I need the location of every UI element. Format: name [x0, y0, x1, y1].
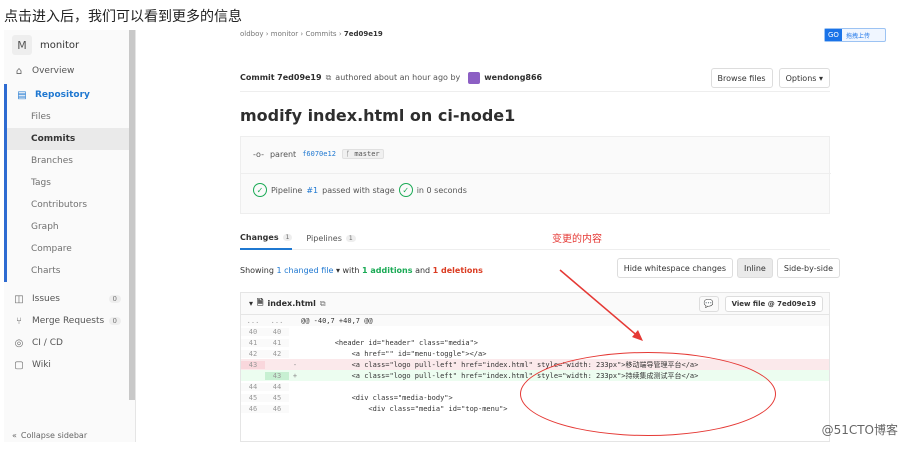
watermark: @51CTO博客	[821, 423, 898, 437]
annotation-arrow	[559, 269, 643, 341]
article-intro-text: 点击进入后，我们可以看到更多的信息	[4, 9, 242, 25]
gitlab-screenshot: M monitor ⌂ Overview ▤ Repository Files …	[0, 26, 906, 446]
